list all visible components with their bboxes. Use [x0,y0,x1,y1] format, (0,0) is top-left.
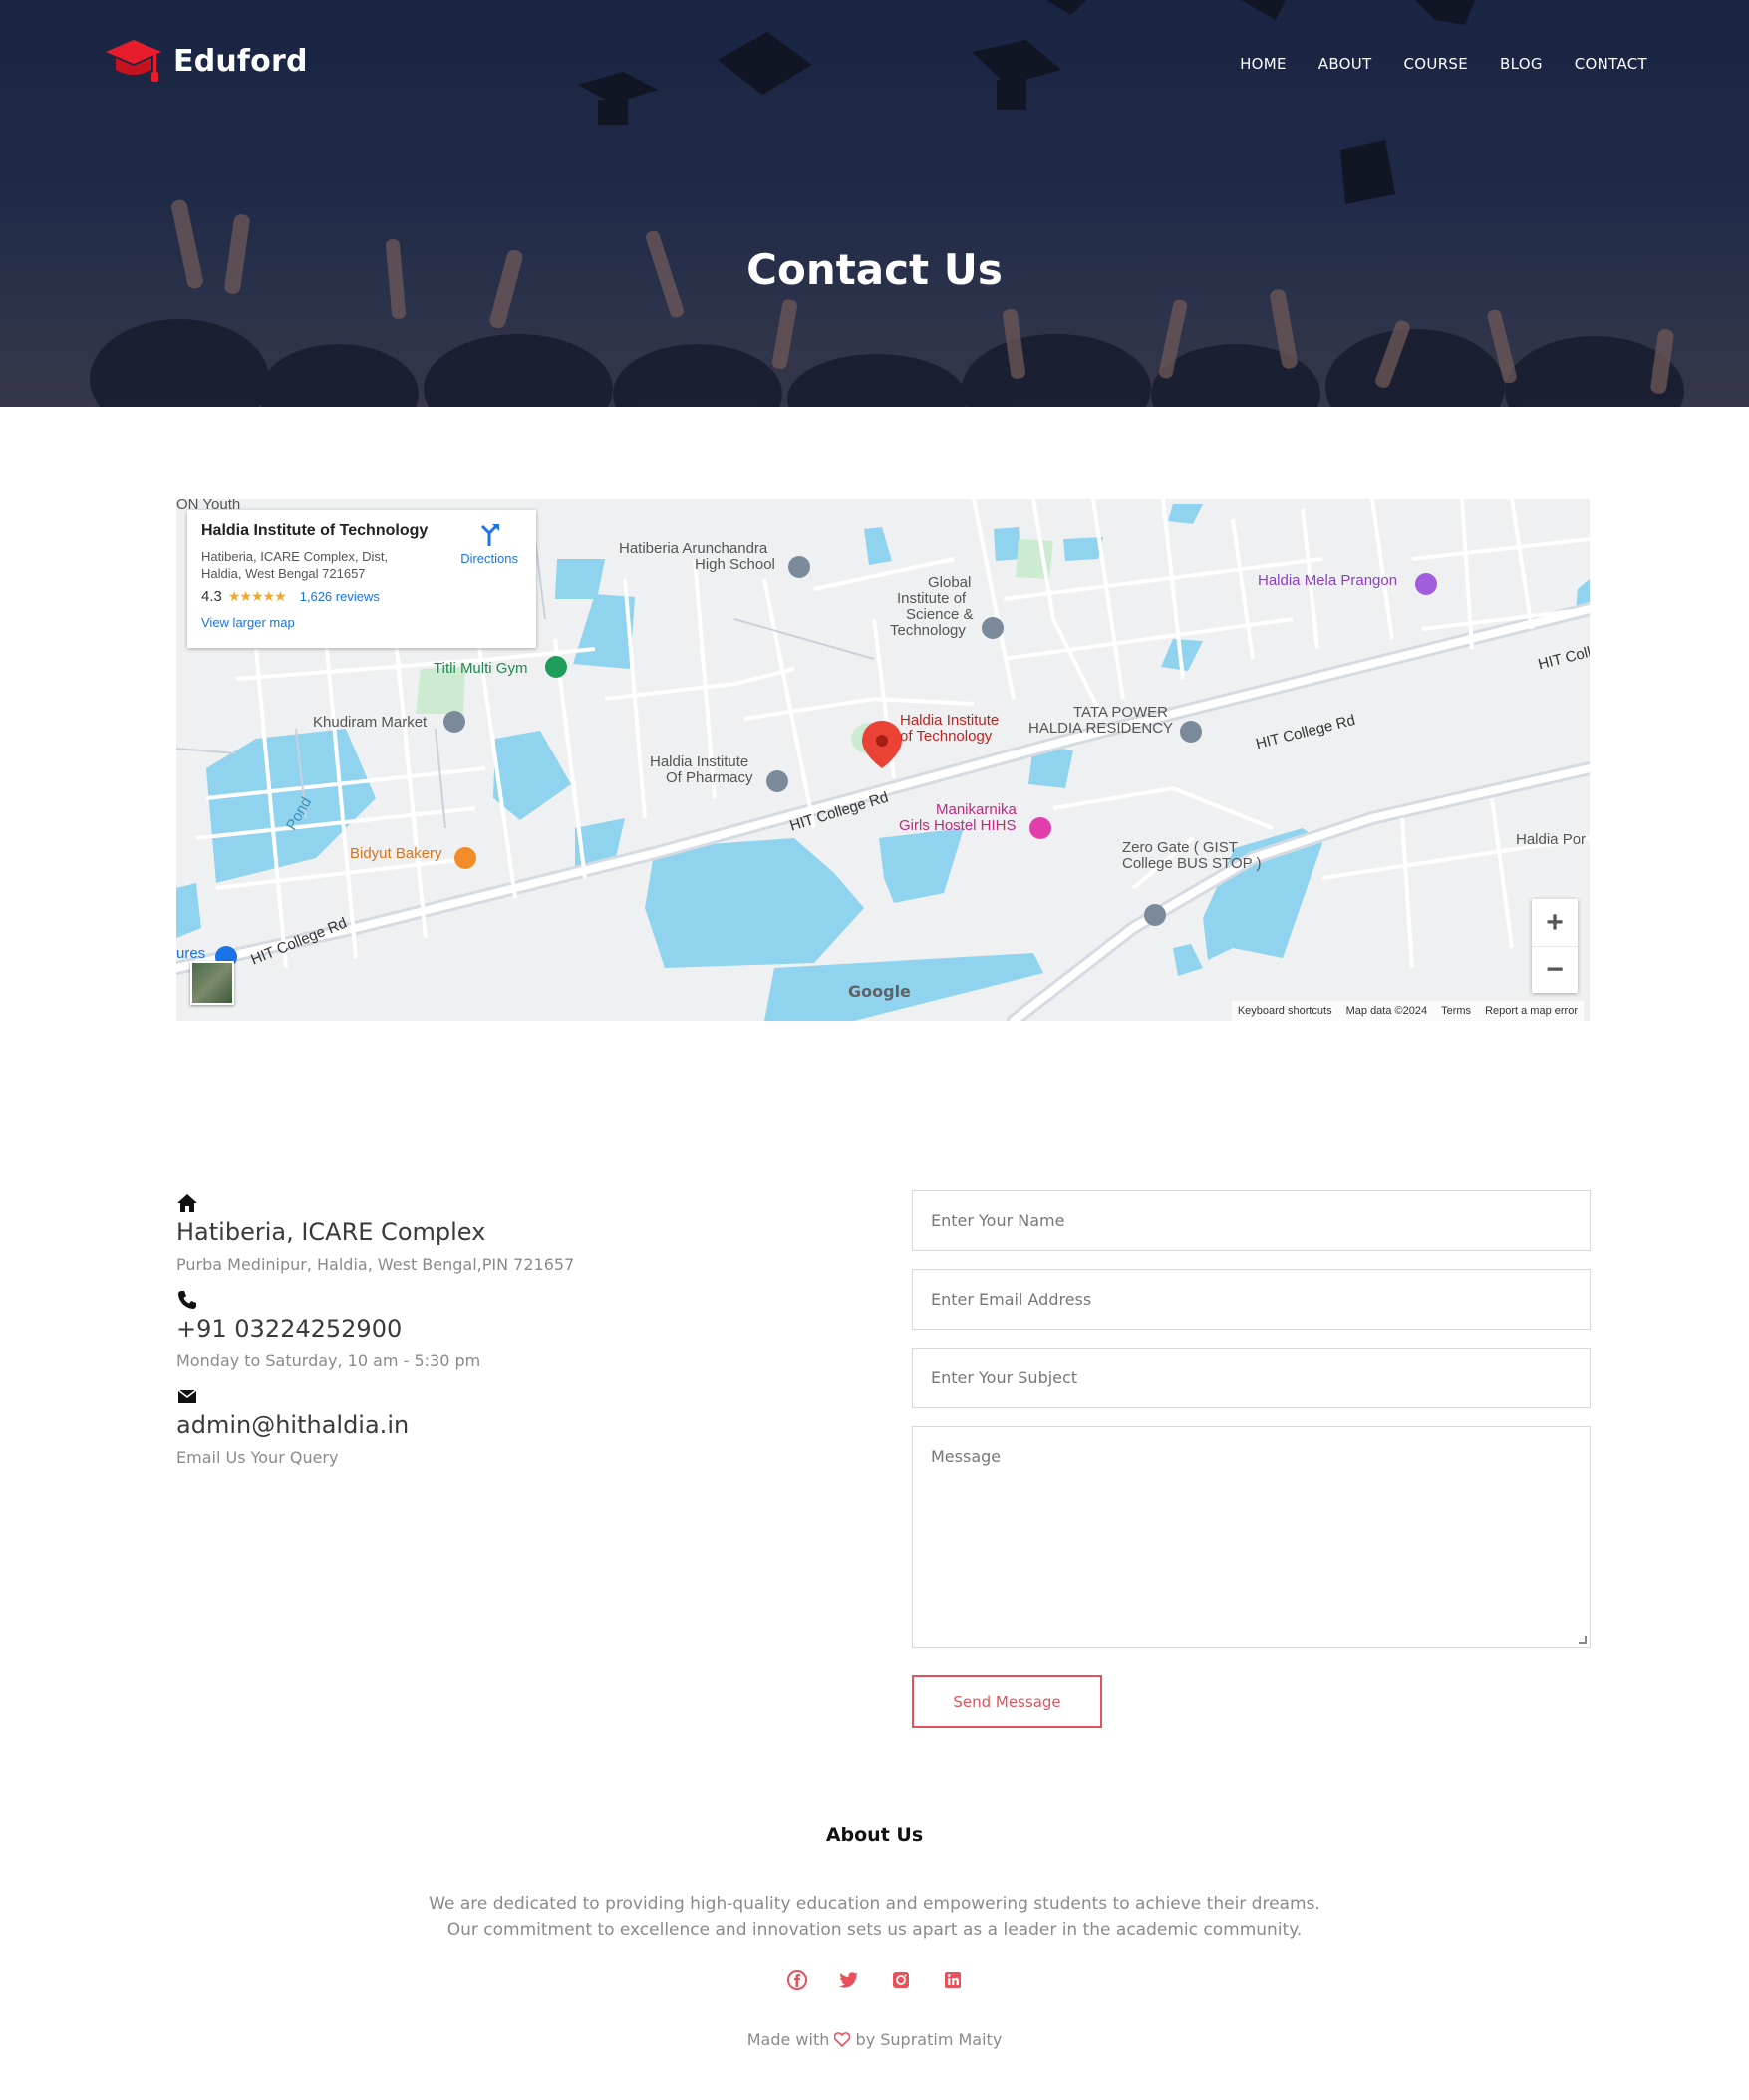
address-sub: Purba Medinipur, Haldia, West Bengal,PIN… [176,1255,575,1274]
footer-about-text: We are dedicated to providing high-quali… [0,1891,1749,1943]
nav-contact[interactable]: CONTACT [1575,55,1647,73]
zoom-in-button[interactable]: + [1532,899,1578,946]
keyboard-shortcuts-link[interactable]: Keyboard shortcuts [1238,1005,1332,1017]
rating-stars: ★★★★★ [227,588,287,604]
terms-link[interactable]: Terms [1441,1005,1471,1017]
envelope-icon [177,1389,197,1403]
address-block: Hatiberia, ICARE Complex Purba Medinipur… [176,1192,824,1275]
embedded-map[interactable]: ON Youth Hatiberia Arunchandra High Scho… [176,499,1590,1021]
about-line-2: Our commitment to excellence and innovat… [446,1920,1303,1940]
facebook-icon[interactable] [786,1969,808,1991]
map-label: Khudiram Market [313,714,428,731]
resize-handle[interactable] [1579,1636,1587,1644]
message-textarea[interactable]: Message [912,1426,1591,1648]
rating-value: 4.3 [201,588,222,605]
map-label: Haldia Institute [900,712,1000,729]
made-prefix: Made with [746,2030,830,2049]
instagram-icon[interactable] [890,1969,912,1991]
email-input[interactable]: Enter Email Address [912,1269,1591,1330]
map-label: Girls Hostel HIHS [899,817,1017,834]
brand-logo[interactable]: Eduford [104,36,308,86]
phone-hours: Monday to Saturday, 10 am - 5:30 pm [176,1351,481,1370]
page-title: Contact Us [746,245,1003,294]
phone-number[interactable]: +91 03224252900 [176,1314,824,1344]
map-label: College BUS STOP ) [1122,855,1262,872]
contact-info: Hatiberia, ICARE Complex Purba Medinipur… [176,1192,824,1468]
graduation-cap-icon [106,40,161,82]
map-place-card: Haldia Institute of Technology Hatiberia… [187,510,536,648]
map-label: Hatiberia Arunchandra [619,540,768,557]
map-label: of Technology [900,728,993,745]
nav-course[interactable]: COURSE [1404,55,1468,73]
linkedin-icon[interactable] [942,1969,964,1991]
map-label: Technology [890,622,966,639]
social-links [0,1969,1749,1991]
map-attribution: Keyboard shortcuts Map data ©2024 Terms … [1231,1001,1584,1021]
main-nav: HOME ABOUT COURSE BLOG CONTACT [1240,55,1647,73]
send-message-button[interactable]: Send Message [912,1675,1102,1728]
map-label: Manikarnika [936,801,1017,818]
email-address[interactable]: admin@hithaldia.in [176,1410,824,1440]
google-logo: Google [848,982,911,1001]
report-map-error-link[interactable]: Report a map error [1485,1005,1578,1017]
satellite-toggle[interactable] [190,961,234,1005]
made-suffix: by Supratim Maity [855,2030,1003,2049]
contact-form: Enter Your Name Enter Email Address Ente… [912,1190,1591,1728]
name-input[interactable]: Enter Your Name [912,1190,1591,1251]
map-label: High School [695,556,775,573]
phone-block: +91 03224252900 Monday to Saturday, 10 a… [176,1289,824,1371]
map-label: Zero Gate ( GIST [1122,839,1238,856]
zoom-out-button[interactable]: − [1532,946,1578,993]
view-larger-map-link[interactable]: View larger map [201,615,522,630]
nav-about[interactable]: ABOUT [1318,55,1372,73]
directions-label: Directions [460,551,518,566]
map-label: TATA POWER [1073,704,1169,721]
nav-blog[interactable]: BLOG [1500,55,1543,73]
email-sub: Email Us Your Query [176,1448,339,1467]
phone-icon [178,1291,196,1309]
footer-about-title: About Us [825,1824,924,1846]
subject-input[interactable]: Enter Your Subject [912,1348,1591,1408]
brand-name: Eduford [173,43,308,79]
map-label: HALDIA RESIDENCY [1028,720,1174,737]
place-rating: 4.3 ★★★★★ 1,626 reviews [201,588,522,605]
map-label: Of Pharmacy [666,769,753,786]
footer-credit: Made with by Supratim Maity [0,2030,1749,2049]
map-label: Global [928,574,972,591]
reviews-link[interactable]: 1,626 reviews [300,589,380,604]
map-label: ures [176,945,206,962]
hero-section: Eduford HOME ABOUT COURSE BLOG CONTACT C… [0,0,1749,407]
map-label: Haldia Mela Prangon [1258,572,1398,589]
zoom-controls: + − [1532,899,1578,993]
home-icon [177,1194,197,1212]
directions-icon [481,524,500,546]
heart-icon [834,2032,851,2048]
map-label: Titli Multi Gym [434,660,528,677]
map-data-text: Map data ©2024 [1345,1005,1428,1017]
map-label: Institute of [897,590,967,607]
directions-button[interactable]: Directions [460,524,518,566]
map-label: Science & [906,606,974,623]
place-address: Hatiberia, ICARE Complex, Dist, Haldia, … [201,549,389,581]
map-label: Haldia Institute [650,753,749,770]
address-main: Hatiberia, ICARE Complex [176,1218,486,1246]
message-placeholder: Message [931,1447,1002,1466]
map-label: Bidyut Bakery [350,845,442,862]
nav-home[interactable]: HOME [1240,55,1287,73]
twitter-icon[interactable] [838,1969,860,1991]
about-line-1: We are dedicated to providing high-quali… [429,1894,1320,1914]
map-label: Haldia Por [1516,831,1587,848]
email-block: admin@hithaldia.in Email Us Your Query [176,1385,824,1468]
